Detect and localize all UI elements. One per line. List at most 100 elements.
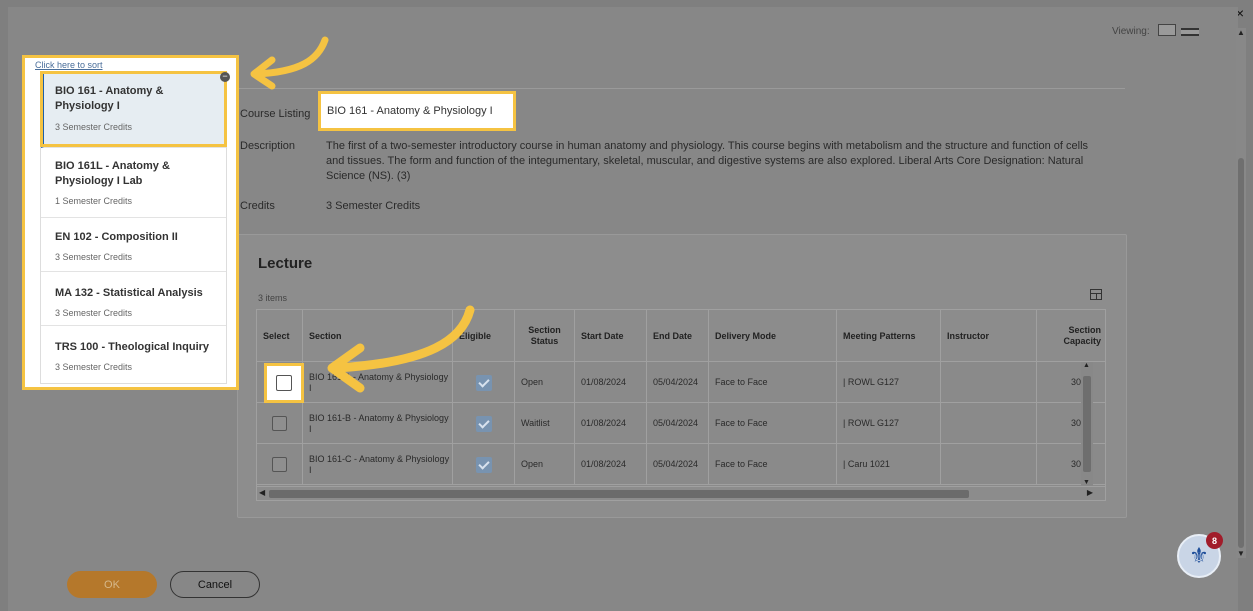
course-item-credits: 3 Semester Credits bbox=[55, 252, 133, 262]
col-start-date[interactable]: Start Date bbox=[575, 310, 647, 362]
col-select[interactable]: Select bbox=[257, 310, 303, 362]
list-view-icon[interactable] bbox=[1181, 28, 1200, 36]
course-item-title: EN 102 - Composition II bbox=[55, 231, 178, 243]
list-item[interactable]: BIO 161 - Anatomy & Physiology I 3 Semes… bbox=[41, 72, 226, 148]
lecture-table: Select Section Eligible Section Status S… bbox=[256, 309, 1106, 501]
scroll-down-icon[interactable]: ▼ bbox=[1237, 549, 1245, 558]
instructor-cell bbox=[941, 403, 1037, 444]
table-vertical-scrollbar[interactable]: ▲ ▼ bbox=[1081, 362, 1093, 486]
cancel-button[interactable]: Cancel bbox=[170, 571, 260, 598]
start-date-cell: 01/08/2024 bbox=[575, 362, 647, 403]
row-select-checkbox[interactable] bbox=[272, 416, 287, 431]
table-header: Select Section Eligible Section Status S… bbox=[257, 310, 1105, 362]
instructor-cell bbox=[941, 362, 1037, 403]
scroll-up-icon[interactable]: ▲ bbox=[1083, 362, 1090, 369]
overlay-top bbox=[0, 0, 1253, 7]
scroll-up-icon[interactable]: ▲ bbox=[1237, 28, 1245, 37]
eligible-check-icon bbox=[475, 415, 492, 432]
course-listing-value: BIO 161 - Anatomy & Physiology I bbox=[318, 91, 516, 131]
page-scrollbar[interactable]: ▲ ▼ bbox=[1236, 28, 1246, 558]
table-settings-icon[interactable] bbox=[1090, 289, 1102, 300]
collapse-icon[interactable]: − bbox=[220, 72, 230, 82]
ok-button[interactable]: OK bbox=[67, 571, 157, 598]
row-select-checkbox[interactable] bbox=[272, 457, 287, 472]
col-delivery-mode[interactable]: Delivery Mode bbox=[709, 310, 837, 362]
delivery-mode-cell: Face to Face bbox=[709, 362, 837, 403]
course-item-credits: 3 Semester Credits bbox=[55, 362, 133, 372]
course-sort-panel: Click here to sort BIO 161 - Anatomy & P… bbox=[22, 55, 239, 390]
eligible-cell bbox=[453, 362, 515, 403]
end-date-cell: 05/04/2024 bbox=[647, 444, 709, 485]
lecture-title: Lecture bbox=[258, 255, 313, 272]
col-eligible-label: Eligible bbox=[459, 330, 492, 341]
status-cell: Open bbox=[515, 362, 575, 403]
delivery-mode-cell: Face to Face bbox=[709, 403, 837, 444]
section-cell: BIO 161-B - Anatomy & Physiology I bbox=[303, 403, 453, 444]
section-cell: BIO 161-A - Anatomy & Physiology I bbox=[303, 362, 453, 403]
course-item-title: TRS 100 - Theological Inquiry bbox=[55, 341, 210, 353]
start-date-cell: 01/08/2024 bbox=[575, 444, 647, 485]
col-section[interactable]: Section bbox=[303, 310, 453, 362]
highlighted-select-checkbox[interactable] bbox=[264, 363, 304, 403]
list-item[interactable]: MA 132 - Statistical Analysis 3 Semester… bbox=[41, 272, 226, 326]
notification-badge: 8 bbox=[1206, 532, 1223, 549]
items-count: 3 items bbox=[258, 293, 288, 303]
delivery-mode-cell: Face to Face bbox=[709, 444, 837, 485]
col-end-date[interactable]: End Date bbox=[647, 310, 709, 362]
fleur-de-lis-icon: ⚜ bbox=[1189, 543, 1209, 568]
capacity-cell: 30 bbox=[1070, 459, 1081, 469]
table-row: BIO 161-C - Anatomy & Physiology I Open … bbox=[257, 444, 1105, 485]
section-cell: BIO 161-C - Anatomy & Physiology I bbox=[303, 444, 453, 485]
scroll-down-icon[interactable]: ▼ bbox=[1083, 479, 1090, 486]
course-list: BIO 161 - Anatomy & Physiology I 3 Semes… bbox=[40, 71, 227, 384]
course-item-title: BIO 161L - Anatomy & Physiology I Lab bbox=[55, 160, 170, 187]
eligible-check-icon bbox=[475, 374, 492, 391]
meeting-pattern-cell[interactable]: | ROWL G127 bbox=[837, 403, 941, 444]
table-horizontal-scrollbar[interactable]: ◀ ▶ bbox=[257, 486, 1105, 500]
viewing-toggle: Viewing: bbox=[1112, 24, 1200, 39]
instructor-cell bbox=[941, 444, 1037, 485]
list-item[interactable]: EN 102 - Composition II 3 Semester Credi… bbox=[41, 218, 226, 272]
course-item-title: MA 132 - Statistical Analysis bbox=[55, 287, 203, 299]
course-item-title: BIO 161 - Anatomy & Physiology I bbox=[55, 85, 164, 112]
eligible-check-icon bbox=[475, 456, 492, 473]
divider bbox=[235, 88, 1125, 89]
col-section-capacity[interactable]: Section Capacity bbox=[1037, 310, 1105, 362]
scroll-right-icon[interactable]: ▶ bbox=[1087, 488, 1093, 497]
course-listing-text: BIO 161 - Anatomy & Physiology I bbox=[327, 105, 493, 117]
capacity-cell: 30 bbox=[1070, 418, 1081, 428]
list-item[interactable]: BIO 161L - Anatomy & Physiology I Lab 1 … bbox=[41, 148, 226, 218]
credits-value: 3 Semester Credits bbox=[326, 200, 421, 212]
col-eligible[interactable]: Eligible bbox=[453, 310, 515, 362]
credits-label: Credits bbox=[240, 200, 275, 212]
scroll-left-icon[interactable]: ◀ bbox=[259, 488, 265, 497]
lecture-panel: Lecture 3 items Select Section Eligible … bbox=[237, 234, 1127, 518]
select-cell bbox=[257, 444, 303, 485]
col-meeting-patterns[interactable]: Meeting Patterns bbox=[837, 310, 941, 362]
checkbox-box[interactable] bbox=[276, 375, 292, 391]
end-date-cell: 05/04/2024 bbox=[647, 362, 709, 403]
course-listing-label: Course Listing bbox=[240, 108, 311, 120]
capacity-cell: 30 bbox=[1070, 377, 1081, 387]
status-cell: Open bbox=[515, 444, 575, 485]
start-date-cell: 01/08/2024 bbox=[575, 403, 647, 444]
select-cell bbox=[257, 403, 303, 444]
list-item[interactable]: TRS 100 - Theological Inquiry 3 Semester… bbox=[41, 326, 226, 382]
course-item-credits: 3 Semester Credits bbox=[55, 308, 133, 318]
meeting-pattern-cell[interactable]: | ROWL G127 bbox=[837, 362, 941, 403]
description-value: The first of a two-semester introductory… bbox=[326, 140, 1089, 182]
course-item-credits: 1 Semester Credits bbox=[55, 196, 133, 206]
meeting-pattern-cell[interactable]: | Caru 1021 bbox=[837, 444, 941, 485]
col-instructor[interactable]: Instructor bbox=[941, 310, 1037, 362]
table-vscroll-thumb[interactable] bbox=[1083, 376, 1091, 472]
eligible-cell bbox=[453, 403, 515, 444]
grid-view-icon[interactable] bbox=[1158, 24, 1177, 36]
viewing-label: Viewing: bbox=[1112, 26, 1150, 38]
table-row: BIO 161-A - Anatomy & Physiology I Open … bbox=[257, 362, 1105, 403]
eligible-cell bbox=[453, 444, 515, 485]
page-scrollbar-thumb[interactable] bbox=[1238, 158, 1244, 548]
description-label: Description bbox=[240, 140, 296, 152]
col-section-status[interactable]: Section Status bbox=[515, 310, 575, 362]
table-hscroll-thumb[interactable] bbox=[269, 490, 969, 498]
sort-hint-link[interactable]: Click here to sort bbox=[35, 60, 103, 70]
